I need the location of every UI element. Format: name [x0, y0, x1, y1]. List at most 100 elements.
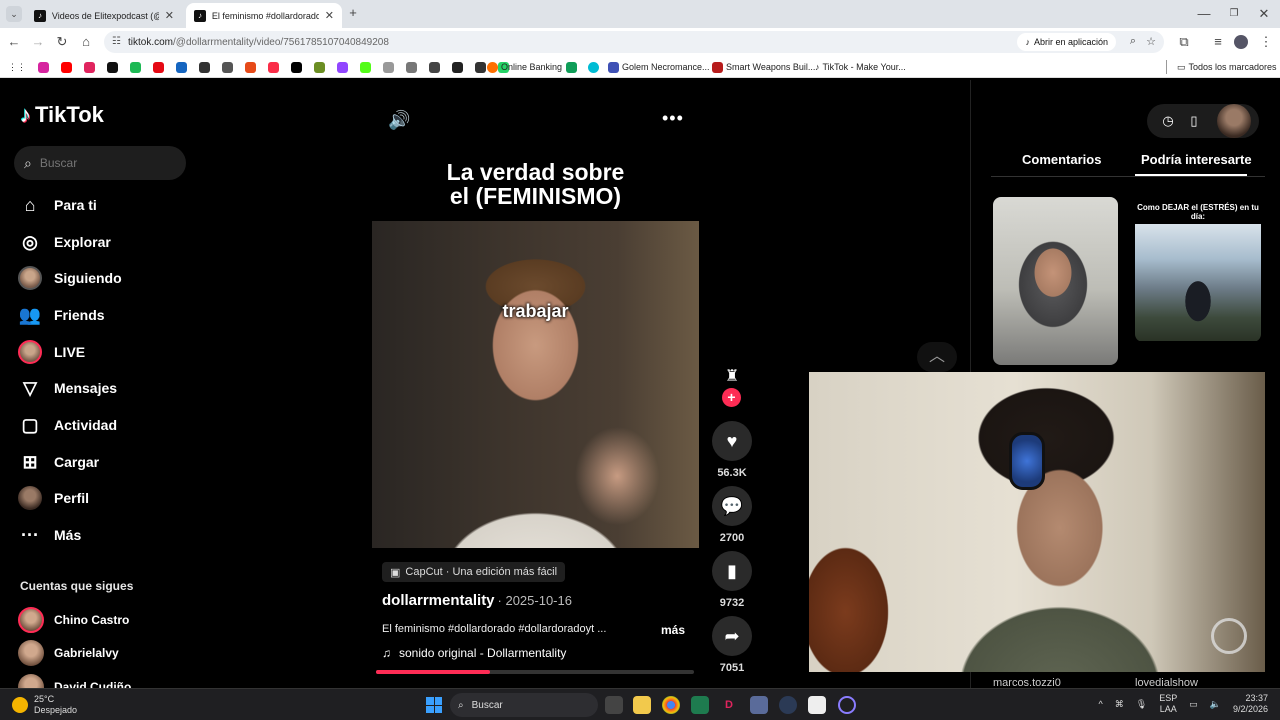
volume-icon[interactable]: 🔈 [1210, 699, 1221, 710]
instagram-icon[interactable] [38, 61, 49, 73]
video-author[interactable]: dollarrmentality · 2025-10-16 [382, 592, 572, 609]
bookmark-icon[interactable] [475, 61, 486, 73]
nav-cargar[interactable]: ⊞ Cargar [18, 450, 99, 474]
open-in-app-button[interactable]: ♪ Abrir en aplicación [1017, 33, 1116, 51]
search-input[interactable] [39, 156, 170, 170]
save-action[interactable]: ▮ 9732 [712, 551, 752, 609]
youtube-icon[interactable] [61, 61, 72, 73]
app-icon[interactable] [691, 696, 709, 714]
chrome-icon[interactable] [662, 696, 680, 714]
forward-icon[interactable]: → [30, 34, 46, 50]
tab-search-button[interactable]: ⌄ [6, 6, 22, 22]
file-explorer-icon[interactable] [633, 696, 651, 714]
url-input[interactable]: ☷ tiktok.com/@dollarrmentality/video/756… [104, 31, 1164, 53]
task-view-icon[interactable] [605, 696, 623, 714]
bookmark-icon[interactable] [314, 61, 325, 73]
chevron-up-icon[interactable]: ^ [1099, 699, 1103, 709]
capcut-badge[interactable]: ▣ CapCut · Una edición más fácil [382, 562, 566, 582]
device-icon[interactable]: ▯ [1177, 104, 1211, 138]
capcut-icon[interactable] [808, 696, 826, 714]
reload-icon[interactable]: ↻ [54, 34, 70, 50]
bookmark-icon[interactable] [245, 61, 256, 73]
nav-friends[interactable]: 👥 Friends [18, 303, 105, 327]
suggested-author[interactable]: lovedialshow [1135, 677, 1198, 688]
nav-para-ti[interactable]: ⌂ Para ti [18, 193, 97, 217]
display-icon[interactable]: ▭ [1189, 699, 1198, 710]
bookmark-icon[interactable] [222, 61, 233, 73]
chevron-up-icon[interactable]: ︿ [917, 342, 957, 372]
bookmark-icon[interactable] [130, 61, 141, 73]
all-bookmarks[interactable]: ▭ Todos los marcadores [1166, 60, 1277, 74]
kick-icon[interactable] [360, 61, 371, 73]
close-tab-icon[interactable]: ✕ [325, 9, 334, 22]
restore-icon[interactable]: ❐ [1226, 6, 1242, 22]
suggested-author[interactable]: marcos.tozzi0 [993, 677, 1061, 688]
nav-perfil[interactable]: Perfil [18, 486, 89, 510]
profile-avatar-icon[interactable] [1234, 35, 1248, 49]
browser-tab-feminismo[interactable]: ♪ El feminismo #dollardorado #d ✕ [186, 3, 342, 28]
taskbar-search[interactable]: ⌕ Buscar [450, 693, 598, 717]
suggested-video-thumbnail[interactable]: Como DEJAR el (ESTRÉS) en tu día: [1135, 197, 1261, 342]
extensions-icon[interactable]: ⧉ [1176, 34, 1192, 50]
share-action[interactable]: ➦ 7051 [712, 616, 752, 674]
volume-icon[interactable]: 🔊 [388, 110, 410, 131]
following-item[interactable]: Gabrielalvy [18, 640, 119, 666]
zoom-icon[interactable]: ⌕ [1130, 35, 1136, 48]
back-icon[interactable]: ← [6, 34, 22, 50]
bookmark-online-banking[interactable]: Online Banking [487, 60, 562, 74]
media-icon[interactable]: ≡ [1210, 34, 1226, 50]
nav-siguiendo[interactable]: Siguiendo [18, 266, 122, 290]
bookmark-golem[interactable]: Golem Necromance... [608, 60, 710, 74]
close-window-icon[interactable]: ✕ [1256, 6, 1272, 22]
more-options-icon[interactable]: ••• [662, 108, 684, 129]
bookmark-icon[interactable] [176, 61, 187, 73]
bookmark-star-icon[interactable]: ☆ [1146, 35, 1156, 48]
nav-mas[interactable]: ··· Más [18, 523, 81, 547]
follow-plus-button[interactable]: + [722, 388, 741, 407]
x-icon[interactable] [107, 61, 118, 73]
minimize-icon[interactable]: — [1196, 6, 1212, 22]
windows-start-icon[interactable] [426, 697, 442, 713]
heart-icon[interactable]: ♥ [712, 421, 752, 461]
avatar[interactable] [1217, 104, 1251, 138]
bookmark-icon[interactable] [406, 61, 417, 73]
video-progress-bar[interactable] [376, 670, 694, 674]
author-name[interactable]: dollarrmentality [382, 592, 495, 609]
comment-icon[interactable]: 💬 [712, 486, 752, 526]
bookmark-icon[interactable]: ▮ [712, 551, 752, 591]
nav-mensajes[interactable]: ▽ Mensajes [18, 376, 117, 400]
network-icon[interactable]: ⌘ [1115, 699, 1124, 710]
mic-icon[interactable]: 🎙 [1136, 699, 1147, 710]
clock[interactable]: 23:37 9/2/2026 [1233, 693, 1268, 715]
following-item[interactable]: Chino Castro [18, 607, 129, 633]
bookmark-sheets[interactable] [566, 60, 577, 74]
comment-action[interactable]: 💬 2700 [712, 486, 752, 544]
creator-avatar[interactable]: ♜ [720, 366, 744, 390]
apps-grid-icon[interactable]: ⋮⋮ [8, 60, 26, 74]
home-browser-icon[interactable]: ⌂ [78, 34, 94, 50]
netflix-icon[interactable] [153, 61, 164, 73]
site-info-icon[interactable]: ☷ [112, 36, 121, 47]
bookmark-icon[interactable] [199, 61, 210, 73]
weather-widget[interactable]: 25°C Despejado [12, 694, 77, 716]
bookmark-icon[interactable] [452, 61, 463, 73]
suggested-video-thumbnail[interactable] [993, 197, 1118, 365]
tiktok-icon[interactable] [291, 61, 302, 73]
nav-explorar[interactable]: ◎ Explorar [18, 230, 111, 254]
app-icon[interactable]: D [720, 696, 738, 714]
app-icon[interactable] [750, 696, 768, 714]
browser-tab-elitexpodcast[interactable]: ♪ Videos de Elitexpodcast (@elite ✕ [26, 3, 182, 28]
steam-icon[interactable] [779, 696, 797, 714]
bookmark-icon[interactable] [383, 61, 394, 73]
menu-dots-icon[interactable]: ⋮ [1258, 34, 1274, 50]
nav-actividad[interactable]: ▢ Actividad [18, 413, 117, 437]
bookmark-extra[interactable] [588, 60, 599, 74]
bookmark-icon[interactable] [84, 61, 95, 73]
new-tab-button[interactable]: + [345, 5, 361, 21]
nav-live[interactable]: LIVE [18, 340, 85, 364]
share-icon[interactable]: ➦ [712, 616, 752, 656]
bookmark-tiktok[interactable]: ♪ TikTok - Make Your... [815, 60, 906, 74]
music-icon[interactable] [268, 61, 279, 73]
tab-comentarios[interactable]: Comentarios [1022, 152, 1101, 176]
more-link[interactable]: más [661, 623, 685, 637]
